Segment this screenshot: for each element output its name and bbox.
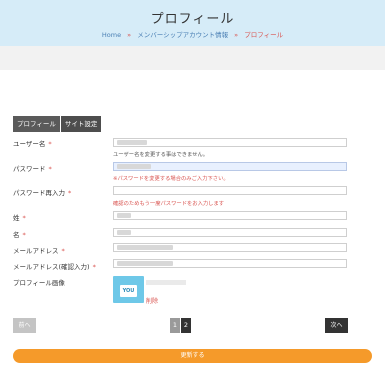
- page-2-button[interactable]: 2: [181, 318, 191, 333]
- last-name-input[interactable]: [113, 211, 347, 220]
- delete-image-link[interactable]: 削除: [146, 296, 158, 305]
- password-input[interactable]: [113, 162, 347, 171]
- password-label: パスワード *: [13, 165, 52, 173]
- profile-image: YOU: [113, 276, 144, 303]
- tab-site-settings[interactable]: サイト設定: [60, 116, 102, 132]
- avatar-placeholder-icon: YOU: [120, 285, 137, 297]
- profile-image-filename: [146, 280, 186, 285]
- tab-profile[interactable]: プロフィール: [13, 116, 60, 132]
- pagination: 1 2: [170, 318, 192, 333]
- page-1-button[interactable]: 1: [170, 318, 180, 333]
- first-name-label: 名 *: [13, 231, 26, 239]
- password-confirm-input[interactable]: [113, 186, 347, 195]
- prev-button[interactable]: 前へ: [13, 318, 36, 333]
- page-header: プロフィール Home » メンバーシップアカウント情報 » プロフィール: [0, 0, 385, 46]
- breadcrumb-separator: »: [127, 31, 132, 39]
- username-field: [113, 138, 347, 147]
- email-confirm-label: メールアドレス(確認入力) *: [13, 263, 96, 271]
- last-name-label: 姓 *: [13, 214, 26, 222]
- password-hint: ※パスワードを変更する場合のみご入力下さい。: [113, 176, 229, 182]
- next-button[interactable]: 次へ: [325, 318, 348, 333]
- breadcrumb-current: プロフィール: [244, 31, 284, 39]
- email-input[interactable]: [113, 243, 347, 252]
- page-title: プロフィール: [150, 12, 235, 27]
- header-divider-band: [0, 46, 385, 70]
- username-hint: ユーザー名を変更する事はできません。: [113, 152, 209, 158]
- password-confirm-hint: 確認のためもう一度パスワードをお入力します: [113, 201, 225, 207]
- email-label: メールアドレス *: [13, 247, 65, 255]
- tab-bar: プロフィール サイト設定: [13, 116, 102, 132]
- breadcrumb: Home » メンバーシップアカウント情報 » プロフィール: [0, 29, 385, 39]
- breadcrumb-account[interactable]: メンバーシップアカウント情報: [137, 31, 228, 39]
- update-button[interactable]: 更新する: [13, 349, 372, 363]
- breadcrumb-home[interactable]: Home: [102, 31, 121, 39]
- username-label: ユーザー名 *: [13, 140, 52, 148]
- first-name-input[interactable]: [113, 228, 347, 237]
- email-confirm-input[interactable]: [113, 259, 347, 268]
- profile-image-label: プロフィール画像: [13, 279, 65, 287]
- password-confirm-label: パスワード再入力 *: [13, 189, 72, 197]
- breadcrumb-separator: »: [234, 31, 239, 39]
